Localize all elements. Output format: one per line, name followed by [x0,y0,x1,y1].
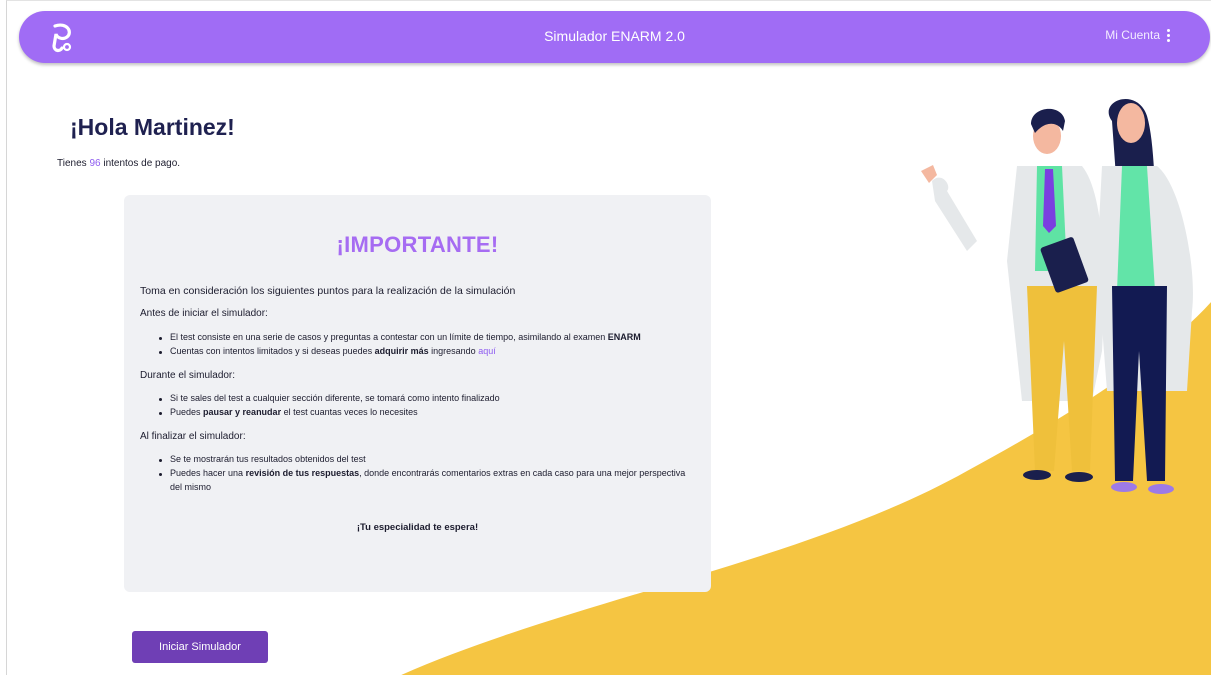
attempts-prefix: Tienes [57,158,87,169]
greeting-title: ¡Hola Martinez! [70,114,235,140]
important-info-card: ¡IMPORTANTE! Toma en consideración los s… [124,195,711,592]
before-list: El test consiste en una serie de casos y… [159,331,695,359]
closing-text: ¡Tu especialidad te espera! [356,522,479,534]
during-heading: Durante el simulador: [140,369,236,381]
page-frame: Simulador ENARM 2.0 Mi Cuenta ¡Hola Mart… [6,0,1211,675]
list-item: Cuentas con intentos limitados y si dese… [159,345,695,359]
before-heading: Antes de iniciar el simulador: [140,308,268,320]
list-item: Se te mostrarán tus resultados obtenidos… [159,453,695,467]
female-doctor-figure [1097,99,1193,494]
start-simulator-button[interactable]: Iniciar Simulador [132,631,268,663]
male-doctor-figure [921,108,1104,482]
card-title: ¡IMPORTANTE! [336,232,499,257]
list-item: Puedes pausar y reanudar el test cuantas… [159,406,695,420]
account-label: Mi Cuenta [1105,28,1160,42]
attempts-count: 96 [89,158,101,169]
kebab-menu-icon [1167,28,1170,42]
account-menu-button[interactable]: Mi Cuenta [1105,28,1170,42]
after-heading: Al finalizar el simulador: [140,430,246,442]
buy-more-link[interactable]: aquí [478,346,496,356]
attempts-suffix: intentos de pago. [103,158,181,169]
doctors-illustration [921,99,1193,494]
during-list: Si te sales del test a cualquier sección… [159,392,695,420]
card-intro: Toma en consideración los siguientes pun… [140,285,516,297]
app-title: Simulador ENARM 2.0 [544,28,685,44]
top-navbar: Simulador ENARM 2.0 Mi Cuenta [19,11,1210,63]
list-item: Si te sales del test a cualquier sección… [159,392,695,406]
list-item: Puedes hacer una revisión de tus respues… [159,467,695,495]
card-body: Toma en consideración los siguientes pun… [140,284,695,544]
list-item: El test consiste en una serie de casos y… [159,331,695,345]
after-list: Se te mostrarán tus resultados obtenidos… [159,453,695,495]
attempts-text: Tienes 96 intentos de pago. [57,158,180,169]
